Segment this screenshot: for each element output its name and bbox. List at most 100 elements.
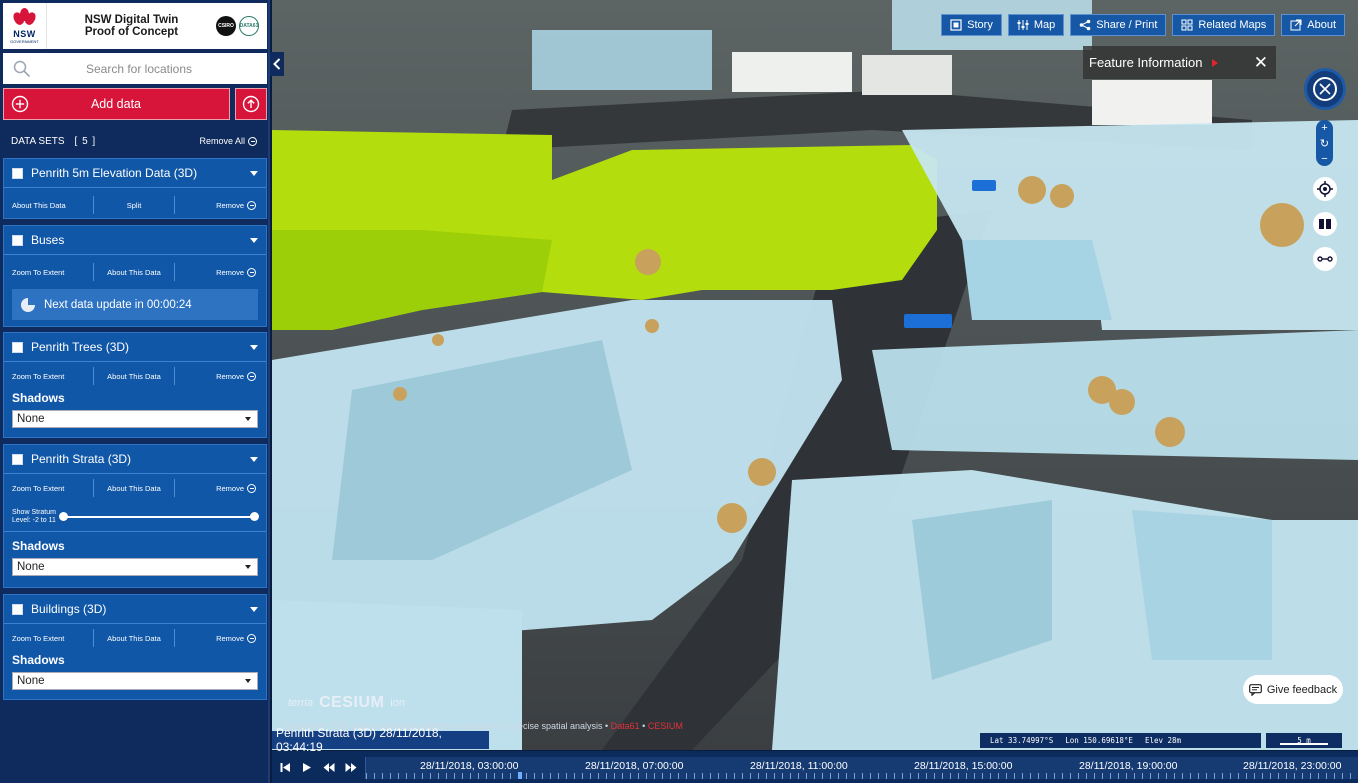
shadows-select[interactable]: None (12, 558, 258, 576)
map-settings-button[interactable]: Map (1007, 14, 1065, 36)
share-print-label: Share / Print (1096, 19, 1158, 31)
collapse-panel-button[interactable] (270, 52, 284, 76)
timeline-tick: 28/11/2018, 19:00:00 (1079, 760, 1178, 772)
slider-max-handle[interactable] (250, 511, 259, 521)
play-icon[interactable] (301, 762, 312, 773)
shadows-label: Shadows (12, 539, 65, 553)
compass-control[interactable] (1304, 68, 1346, 110)
add-data-button[interactable]: Add data (3, 88, 230, 120)
chevron-down-icon[interactable] (250, 237, 258, 243)
refresh-view-icon[interactable]: ↻ (1320, 137, 1329, 150)
close-icon[interactable]: ✕ (1254, 53, 1268, 73)
3d-map-viewer[interactable] (272, 0, 1358, 750)
expand-arrow-icon[interactable] (1212, 58, 1219, 67)
about-button[interactable]: About (1281, 14, 1345, 36)
share-print-button[interactable]: Share / Print (1070, 14, 1167, 36)
timeline-track[interactable]: 28/11/2018, 03:00:00 28/11/2018, 07:00:0… (365, 757, 1358, 779)
slider-min-handle[interactable] (58, 511, 68, 521)
timeline-layer-label: Penrith Strata (3D) 28/11/2018, 03:44:19 (272, 726, 489, 754)
remove-all-button[interactable]: Remove All (199, 136, 257, 146)
shadows-select[interactable]: None (12, 672, 258, 690)
app-title-line2: Proof of Concept (84, 26, 179, 38)
add-data-label: Add data (90, 97, 142, 111)
chevron-down-icon[interactable] (250, 456, 258, 462)
zoom-to-extent-button[interactable]: Zoom To Extent (4, 629, 93, 647)
about-data-button[interactable]: About This Data (92, 367, 175, 385)
longitude-readout: Lon 150.69618°E (1065, 736, 1133, 745)
remove-circle-icon (248, 136, 257, 146)
data61-link[interactable]: Data61 (611, 721, 640, 731)
fast-forward-icon[interactable] (345, 762, 357, 773)
give-feedback-button[interactable]: Give feedback (1243, 675, 1343, 704)
city-3d-scene[interactable] (272, 0, 1358, 750)
zoom-to-extent-label: Zoom To Extent (12, 483, 65, 493)
measure-tool-button[interactable] (1313, 247, 1337, 271)
stratum-range-slider[interactable] (58, 511, 259, 522)
remove-button[interactable]: Remove (174, 629, 266, 647)
rewind-icon[interactable] (323, 762, 335, 773)
about-data-button[interactable]: About This Data (92, 263, 175, 281)
zoom-to-extent-button[interactable]: Zoom To Extent (4, 367, 93, 385)
remove-button[interactable]: Remove (174, 263, 266, 281)
about-data-button[interactable]: About This Data (4, 196, 93, 214)
skip-to-start-icon[interactable] (280, 762, 291, 773)
feature-information-panel[interactable]: Feature Information ✕ (1083, 46, 1276, 79)
dataset-card-elevation: Penrith 5m Elevation Data (3D) About Thi… (3, 158, 267, 219)
dataset-title-row[interactable]: Penrith Trees (3D) (4, 333, 266, 362)
upload-data-button[interactable] (235, 88, 267, 120)
split-screen-button[interactable] (1313, 212, 1337, 236)
dataset-title-row[interactable]: Buildings (3D) (4, 595, 266, 624)
app-title: NSW Digital Twin Proof of Concept (47, 14, 216, 38)
my-location-button[interactable] (1313, 177, 1337, 201)
split-label: Split (126, 200, 142, 210)
zoom-to-extent-button[interactable]: Zoom To Extent (4, 479, 93, 497)
about-data-button[interactable]: About This Data (92, 629, 175, 647)
attribution-logos: terria CESIUM ion (288, 694, 405, 712)
remove-label: Remove (216, 483, 245, 493)
visibility-checkbox[interactable] (12, 341, 23, 353)
chevron-down-icon[interactable] (250, 606, 258, 612)
cesium-link[interactable]: CESIUM (648, 721, 683, 731)
location-readout: Lat 33.74997°S Lon 150.69618°E Elev 28m (980, 733, 1261, 748)
zoom-to-extent-button[interactable]: Zoom To Extent (4, 263, 93, 281)
visibility-checkbox[interactable] (12, 603, 23, 615)
datasets-header: DATA SETS [ 5 ] Remove All (3, 128, 267, 154)
remove-button[interactable]: Remove (174, 479, 266, 497)
search-input[interactable] (31, 61, 267, 76)
visibility-checkbox[interactable] (12, 453, 23, 465)
latitude-readout: Lat 33.74997°S (990, 736, 1054, 745)
countdown-pie-icon (21, 297, 35, 312)
zoom-to-extent-label: Zoom To Extent (12, 633, 65, 643)
zoom-to-extent-label: Zoom To Extent (12, 371, 65, 381)
split-button[interactable]: Split (92, 196, 175, 214)
chevron-down-icon[interactable] (250, 170, 258, 176)
about-data-button[interactable]: About This Data (92, 479, 175, 497)
partner-logos: CSIRO DATA61 (216, 16, 259, 36)
waratah-icon (10, 8, 38, 28)
visibility-checkbox[interactable] (12, 167, 23, 179)
nsw-logo-text: NSW (13, 29, 36, 39)
timeline-cursor[interactable] (518, 772, 522, 779)
dataset-title-row[interactable]: Penrith 5m Elevation Data (3D) (4, 159, 266, 188)
nsw-government-logo[interactable]: NSW GOVERNMENT (3, 3, 47, 49)
dataset-title-row[interactable]: Buses (4, 226, 266, 255)
terria-logo[interactable]: terria (288, 697, 313, 709)
visibility-checkbox[interactable] (12, 234, 23, 246)
chevron-down-icon[interactable] (250, 344, 258, 350)
compass-icon (1313, 77, 1337, 101)
zoom-out-icon[interactable]: − (1321, 153, 1327, 165)
related-maps-button[interactable]: Related Maps (1172, 14, 1276, 36)
story-button[interactable]: Story (941, 14, 1002, 36)
external-link-icon (1290, 19, 1302, 31)
dataset-card-strata: Penrith Strata (3D) Zoom To Extent About… (3, 444, 267, 588)
dataset-title-row[interactable]: Penrith Strata (3D) (4, 445, 266, 474)
cesium-logo[interactable]: CESIUM (319, 694, 384, 712)
remove-button[interactable]: Remove (174, 196, 266, 214)
dataset-title: Penrith Trees (3D) (31, 340, 130, 354)
update-countdown-text: Next data update in 00:00:24 (44, 298, 192, 311)
zoom-in-icon[interactable]: + (1321, 122, 1327, 134)
remove-button[interactable]: Remove (174, 367, 266, 385)
give-feedback-label: Give feedback (1266, 683, 1338, 696)
shadows-select[interactable]: None (12, 410, 258, 428)
timeline-tick: 28/11/2018, 07:00:00 (585, 760, 684, 772)
